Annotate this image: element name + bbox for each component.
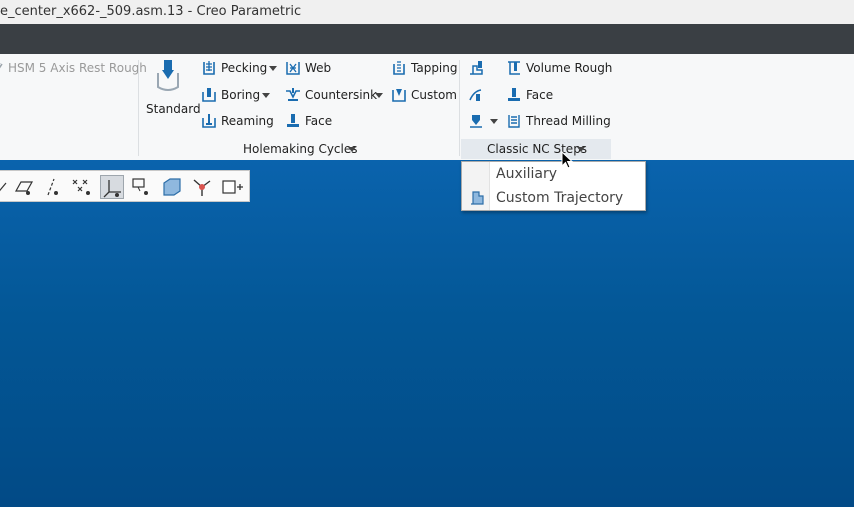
holemaking-group-dropdown-arrow[interactable]: [348, 147, 356, 152]
pecking-label[interactable]: Pecking: [221, 60, 267, 76]
holemaking-cycles-group-title[interactable]: Holemaking Cycles: [243, 141, 358, 157]
reaming-label[interactable]: Reaming: [221, 113, 274, 129]
reaming-icon[interactable]: [201, 113, 217, 129]
classic-nc-steps-dropdown-arrow[interactable]: [577, 147, 585, 152]
web-label[interactable]: Web: [305, 60, 331, 76]
ribbon-tab-strip: [0, 24, 854, 54]
mouse-cursor-icon: [561, 150, 575, 171]
view-manager-icon[interactable]: [220, 175, 244, 199]
standard-button-label[interactable]: Standard: [146, 101, 201, 117]
boring-dropdown-arrow[interactable]: [262, 93, 270, 98]
countersink-dropdown-arrow[interactable]: [375, 93, 383, 98]
datum-axis-display-icon[interactable]: [40, 175, 64, 199]
trajectory-dropdown-arrow[interactable]: [490, 119, 498, 124]
web-icon[interactable]: [285, 60, 301, 76]
graphics-viewport[interactable]: [0, 160, 854, 507]
hsm-5-axis-rest-rough-label[interactable]: HSM 5 Axis Rest Rough: [8, 60, 147, 76]
annotation-display-icon[interactable]: [130, 175, 154, 199]
surface-milling-icon[interactable]: [468, 87, 484, 103]
in-graphics-toolbar: [0, 170, 250, 202]
profile-milling-icon[interactable]: [468, 60, 484, 76]
datum-plane-display-icon[interactable]: [12, 175, 36, 199]
menu-item-custom-trajectory[interactable]: Custom Trajectory: [496, 189, 623, 207]
custom-cycle-icon[interactable]: [391, 87, 407, 103]
trajectory-milling-icon[interactable]: [468, 113, 484, 129]
thread-milling-icon[interactable]: [506, 113, 522, 129]
pecking-icon[interactable]: [201, 60, 217, 76]
title-bar: e_center_x662-_509.asm.13 - Creo Paramet…: [0, 0, 854, 24]
countersink-label[interactable]: Countersink: [305, 87, 377, 103]
custom-label[interactable]: Custom: [411, 87, 457, 103]
face-classic-label[interactable]: Face: [526, 87, 553, 103]
face-milling-icon[interactable]: [506, 87, 522, 103]
volume-rough-label[interactable]: Volume Rough: [526, 60, 612, 76]
countersink-icon[interactable]: [285, 87, 301, 103]
group-separator: [138, 60, 139, 156]
face-icon[interactable]: [285, 113, 301, 129]
tapping-icon[interactable]: [391, 60, 407, 76]
pecking-dropdown-arrow[interactable]: [269, 66, 277, 71]
group-separator: [459, 60, 460, 156]
volume-rough-icon[interactable]: [506, 60, 522, 76]
boring-label[interactable]: Boring: [221, 87, 260, 103]
classic-nc-steps-dropdown-menu: Auxiliary Custom Trajectory: [461, 161, 646, 211]
menu-item-auxiliary[interactable]: Auxiliary: [496, 165, 557, 183]
surface-display-icon[interactable]: [160, 175, 184, 199]
boring-icon[interactable]: [201, 87, 217, 103]
tapping-label[interactable]: Tapping: [411, 60, 458, 76]
custom-trajectory-icon: [469, 190, 485, 206]
drill-standard-icon[interactable]: [151, 59, 185, 93]
datum-point-display-icon[interactable]: [70, 175, 94, 199]
spin-center-icon[interactable]: [190, 175, 214, 199]
thread-milling-label[interactable]: Thread Milling: [526, 113, 611, 129]
coordinate-system-display-icon[interactable]: [100, 175, 124, 199]
window-title: e_center_x662-_509.asm.13 - Creo Paramet…: [0, 4, 302, 19]
face-label[interactable]: Face: [305, 113, 332, 129]
